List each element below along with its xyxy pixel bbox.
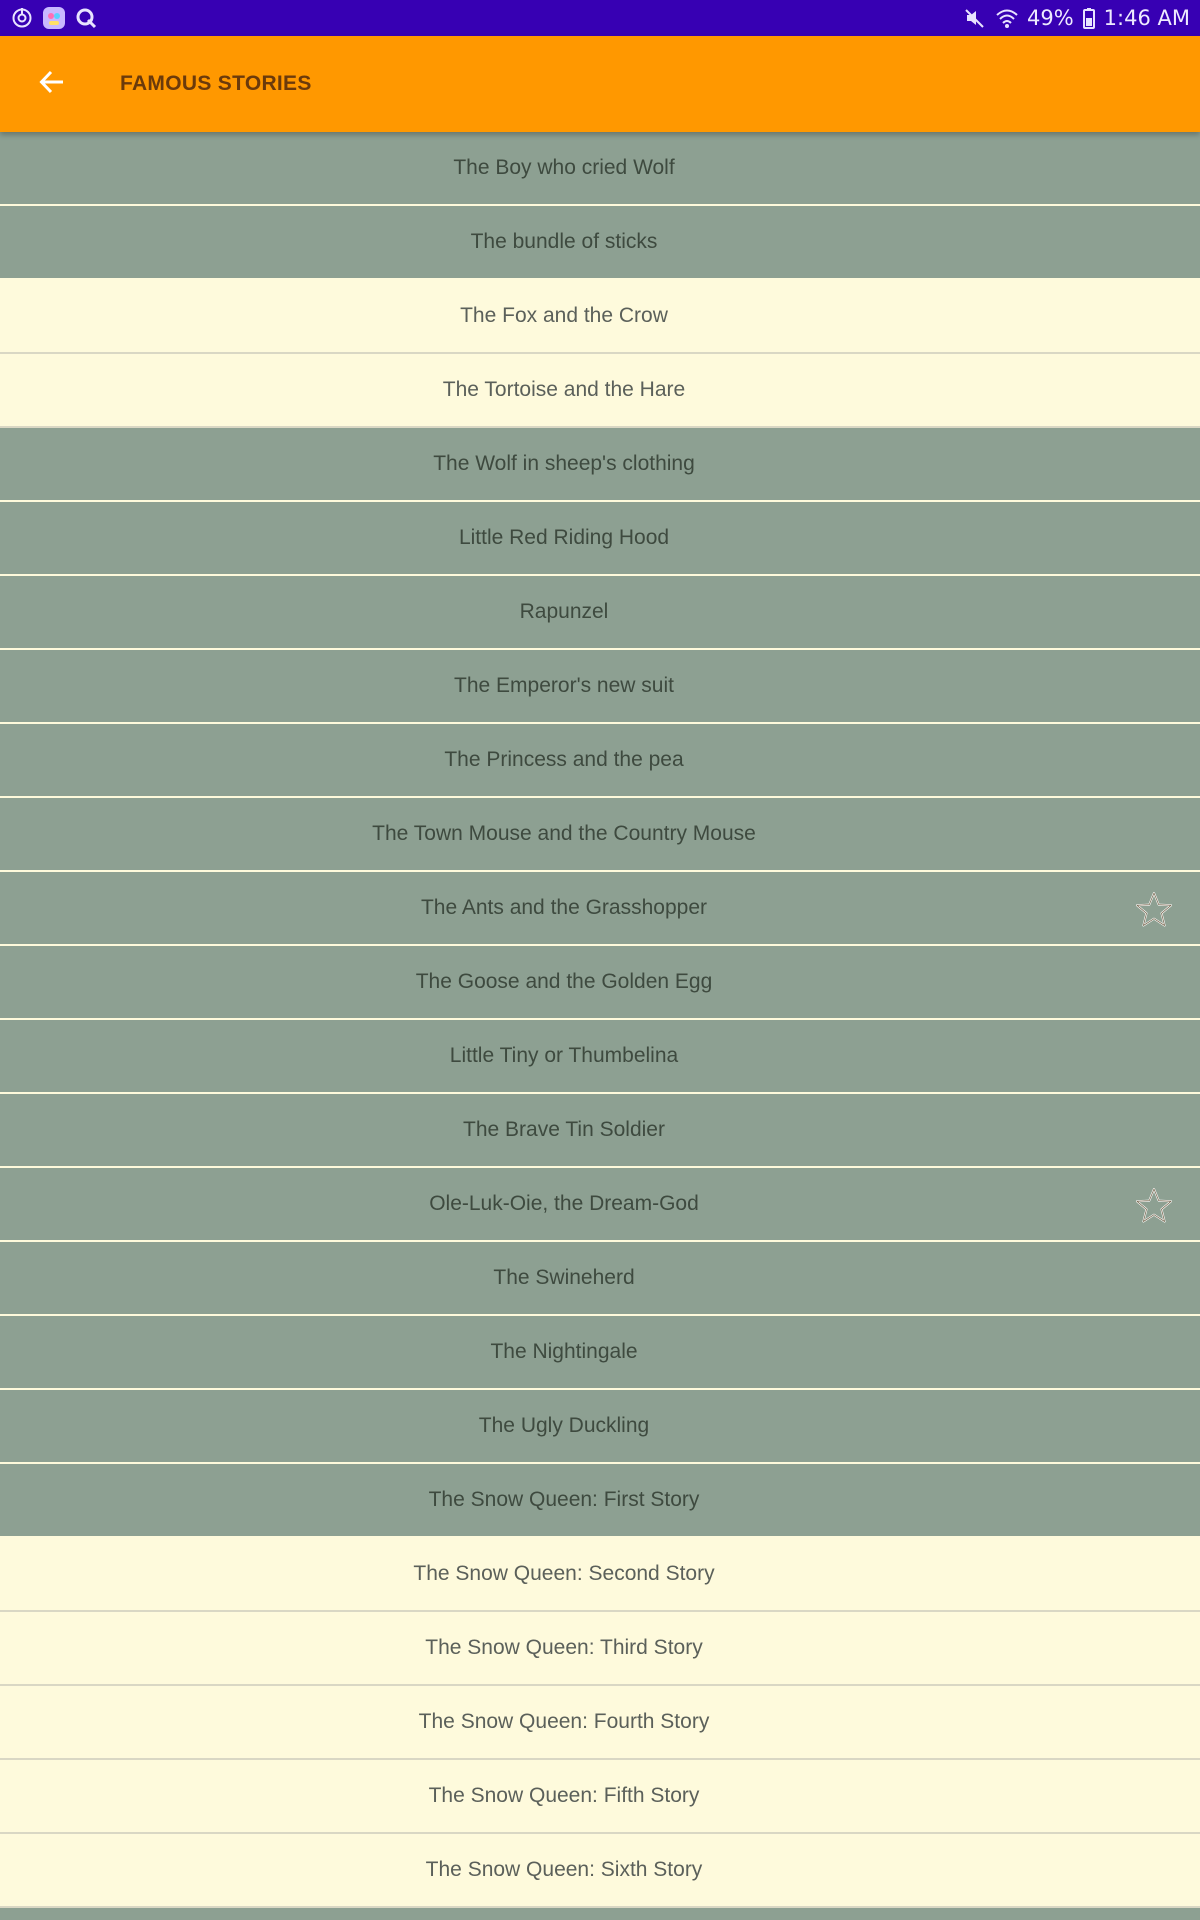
list-item[interactable]: The Boy who cried Wolf <box>0 132 1200 206</box>
story-title: The Ants and the Grasshopper <box>420 896 707 919</box>
list-item[interactable]: The Nightingale <box>0 1316 1200 1390</box>
list-item[interactable]: The bundle of sticks <box>0 206 1200 280</box>
list-item[interactable]: The Snow Queen: First Story <box>0 1464 1200 1538</box>
story-title: The Nightingale <box>490 1340 638 1363</box>
list-item[interactable]: The Town Mouse and the Country Mouse <box>0 798 1200 872</box>
story-title: Ole-Luk-Oie, the Dream-God <box>429 1192 699 1215</box>
list-item[interactable]: The Snow Queen: Fourth Story <box>0 1686 1200 1760</box>
status-bar-right: 49% 1:46 AM <box>963 6 1190 30</box>
favorite-star-icon[interactable] <box>1134 888 1174 928</box>
list-item[interactable]: The Wolf in sheep's clothing <box>0 428 1200 502</box>
wifi-icon <box>995 6 1019 30</box>
list-item[interactable]: The Snow Queen: Second Story <box>0 1538 1200 1612</box>
story-title: Rapunzel <box>519 600 609 623</box>
back-button[interactable] <box>24 56 80 112</box>
story-title: The Snow Queen: First Story <box>428 1488 700 1511</box>
list-item[interactable]: The Brave Tin Soldier <box>0 1094 1200 1168</box>
mute-icon <box>963 6 987 30</box>
list-item[interactable]: The Goose and the Golden Egg <box>0 946 1200 1020</box>
list-item[interactable]: Ole-Luk-Oie, the Dream-God <box>0 1168 1200 1242</box>
list-item[interactable]: The Emperor's new suit <box>0 650 1200 724</box>
story-title: The Goose and the Golden Egg <box>415 970 713 993</box>
list-item[interactable]: The Swineherd <box>0 1242 1200 1316</box>
list-item[interactable]: The Snow Queen: Sixth Story <box>0 1834 1200 1908</box>
story-title: The Snow Queen: Second Story <box>413 1562 715 1585</box>
status-bar-left <box>10 6 98 30</box>
story-title: The Emperor's new suit <box>454 674 674 697</box>
q-app-icon <box>74 6 98 30</box>
sync-icon <box>10 6 34 30</box>
story-title: The Snow Queen: Third Story <box>425 1636 703 1659</box>
story-title: The Boy who cried Wolf <box>453 156 675 179</box>
list-item[interactable]: The Snow Queen: Third Story <box>0 1612 1200 1686</box>
battery-icon <box>1082 6 1096 30</box>
list-item[interactable]: The Fox and the Crow <box>0 280 1200 354</box>
list-item[interactable]: Rapunzel <box>0 576 1200 650</box>
status-bar: 49% 1:46 AM <box>0 0 1200 36</box>
list-item[interactable]: The Princess and the pea <box>0 724 1200 798</box>
story-title: The Town Mouse and the Country Mouse <box>372 822 756 845</box>
list-item[interactable]: The Ants and the Grasshopper <box>0 872 1200 946</box>
story-title: Little Red Riding Hood <box>458 526 670 549</box>
story-title: The Tortoise and the Hare <box>442 378 686 401</box>
list-item[interactable]: Little Tiny or Thumbelina <box>0 1020 1200 1094</box>
list-item[interactable]: Little Red Riding Hood <box>0 502 1200 576</box>
page-title: FAMOUS STORIES <box>120 72 312 95</box>
story-title: The Snow Queen: Sixth Story <box>425 1858 703 1881</box>
story-title: The Ugly Duckling <box>478 1414 650 1437</box>
clock: 1:46 AM <box>1103 6 1190 30</box>
list-item[interactable]: The Tortoise and the Hare <box>0 354 1200 428</box>
story-title: The Snow Queen: Fifth Story <box>428 1784 700 1807</box>
story-title: The Brave Tin Soldier <box>463 1118 665 1141</box>
app-badge-icon <box>42 6 66 30</box>
story-title: The Fox and the Crow <box>460 304 668 327</box>
favorite-star-icon[interactable] <box>1134 1184 1174 1224</box>
story-title: The Snow Queen: Fourth Story <box>418 1710 710 1733</box>
list-item[interactable]: The Ugly Duckling <box>0 1390 1200 1464</box>
arrow-back-icon <box>38 68 66 101</box>
story-list: The Boy who cried Wolf The bundle of sti… <box>0 132 1200 1908</box>
story-title: The bundle of sticks <box>470 230 658 253</box>
app-bar: FAMOUS STORIES <box>0 36 1200 132</box>
list-item[interactable]: The Snow Queen: Fifth Story <box>0 1760 1200 1834</box>
battery-percent: 49% <box>1026 6 1074 30</box>
story-title: The Wolf in sheep's clothing <box>433 452 695 475</box>
story-title: Little Tiny or Thumbelina <box>449 1044 679 1067</box>
story-title: The Princess and the pea <box>444 748 684 771</box>
story-title: The Swineherd <box>493 1266 635 1289</box>
